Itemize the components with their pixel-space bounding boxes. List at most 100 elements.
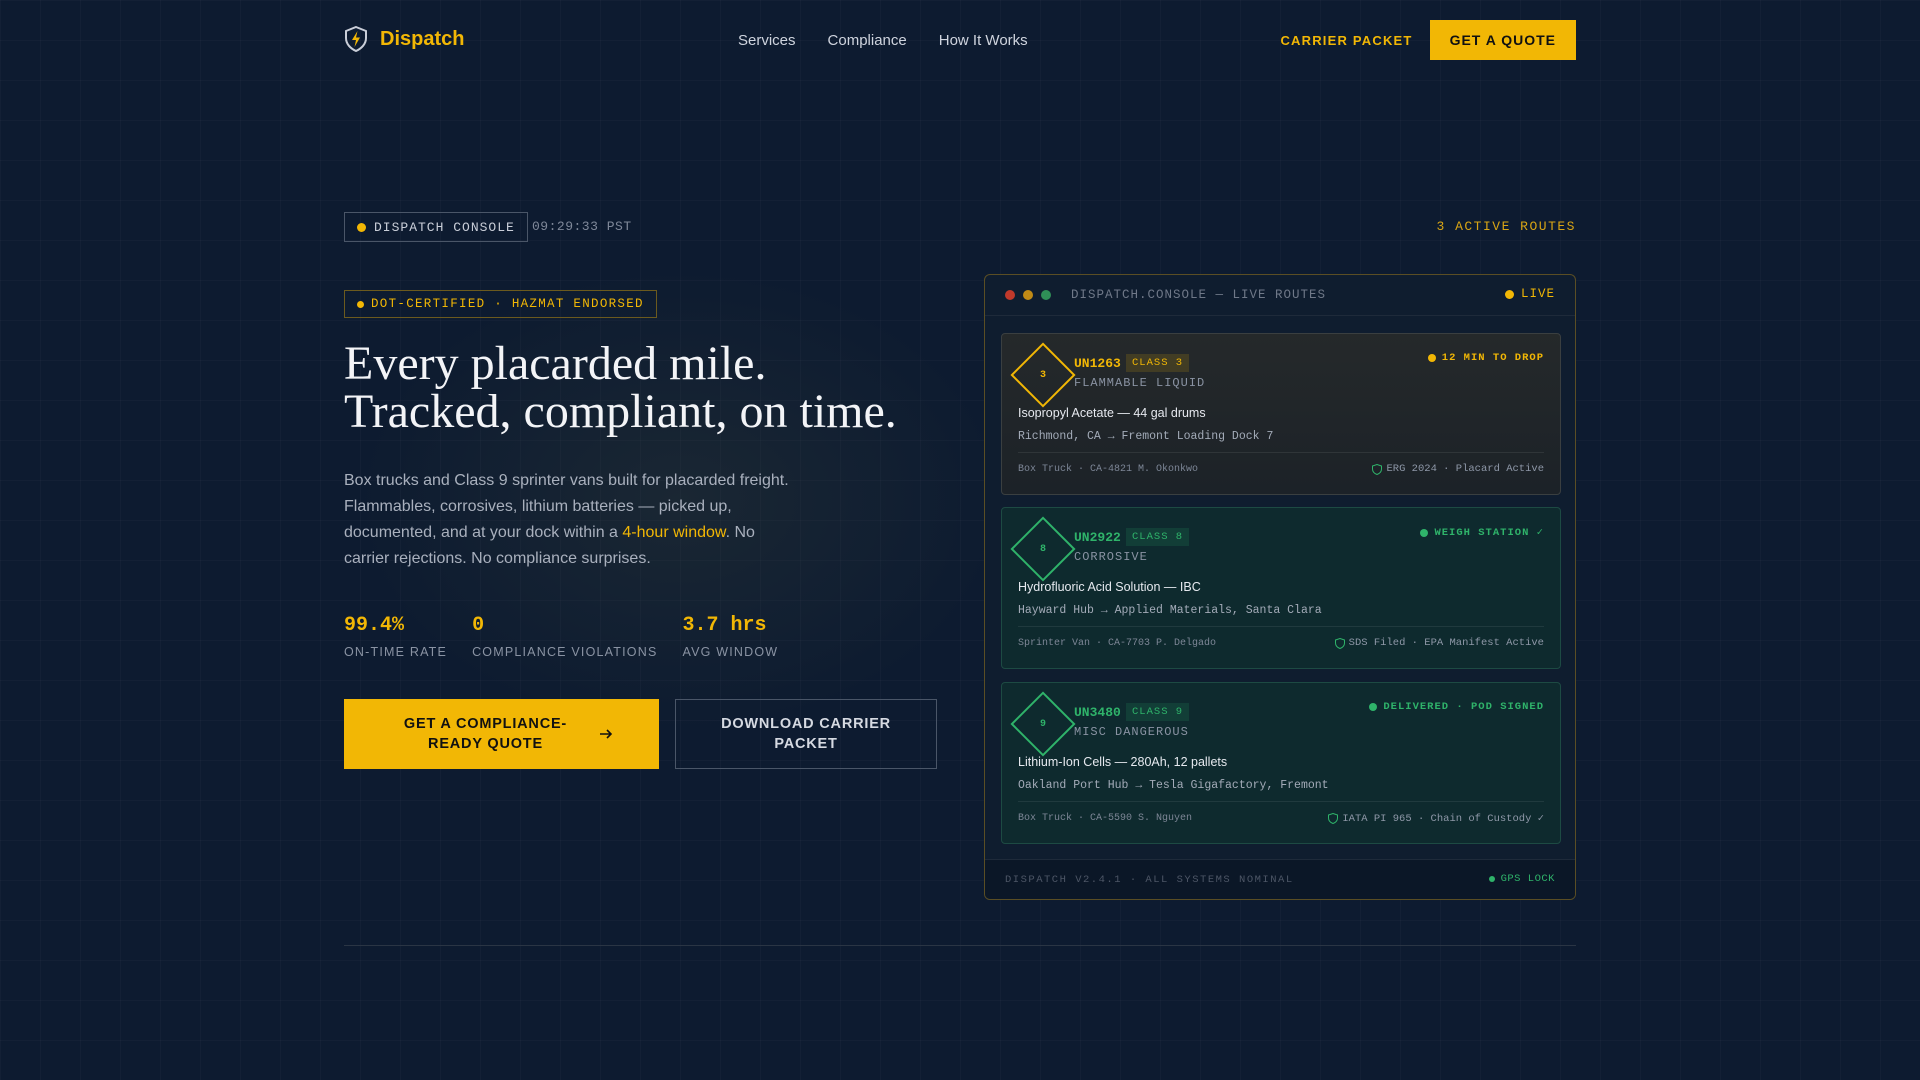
brand-name: Dispatch — [380, 27, 465, 50]
stat-value: 3.7 hrs — [682, 614, 767, 637]
console-bar: DISPATCH CONSOLE 09:29:33 PST 3 ACTIVE R… — [344, 212, 1576, 242]
hero-headline: Every placarded mile. Tracked, compliant… — [344, 340, 897, 436]
status-dot — [1369, 703, 1378, 711]
stats-row: 99.4% ON-TIME RATE 0 COMPLIANCE VIOLATIO… — [344, 614, 778, 659]
compliance-label: SDS Filed · EPA Manifest Active — [1348, 637, 1544, 649]
stat-label: COMPLIANCE VIOLATIONS — [472, 645, 658, 659]
route-card-un2922[interactable]: 8 UN2922 CLASS 8 CORROSIVE WEIGH STATION… — [1001, 507, 1561, 669]
un-number: UN1263 — [1074, 356, 1121, 371]
class-badge: CLASS 9 — [1126, 703, 1190, 721]
nav-links: Services Compliance How It Works — [738, 32, 1028, 49]
route-card-un1263[interactable]: 3 UN1263 CLASS 3 FLAMMABLE LIQUID 12 MIN… — [1001, 333, 1561, 495]
vehicle-driver: Box Truck · CA-4821 M. Okonkwo — [1018, 464, 1199, 475]
route-status-label: WEIGH STATION ✓ — [1434, 527, 1544, 539]
vehicle-driver: Box Truck · CA-5590 S. Nguyen — [1018, 813, 1193, 824]
nav-actions: CARRIER PACKET GET A QUOTE — [1280, 20, 1576, 60]
live-routes-panel: DISPATCH.CONSOLE — LIVE ROUTES LIVE 3 UN… — [984, 274, 1576, 900]
nav-link-services[interactable]: Services — [738, 32, 796, 49]
cta-secondary-label: DOWNLOAD CARRIER PACKET — [721, 716, 891, 752]
console-badge: DISPATCH CONSOLE — [344, 212, 528, 242]
card-divider — [1018, 452, 1544, 453]
carrier-packet-link[interactable]: CARRIER PACKET — [1280, 33, 1412, 48]
live-dot — [1504, 289, 1514, 299]
certification-badge: DOT-CERTIFIED · HAZMAT ENDORSED — [344, 290, 657, 318]
route-status-label: 12 MIN TO DROP — [1441, 352, 1544, 364]
route-card-un3480[interactable]: 9 UN3480 CLASS 9 MISC DANGEROUS DELIVERE… — [1001, 682, 1561, 844]
gps-status: GPS LOCK — [1488, 873, 1555, 885]
panel-footer: DISPATCH V2.4.1 · ALL SYSTEMS NOMINAL GP… — [985, 859, 1575, 899]
status-dot — [357, 222, 366, 232]
stat-violations: 0 COMPLIANCE VIOLATIONS — [472, 614, 657, 659]
route-status: WEIGH STATION ✓ — [1420, 526, 1544, 539]
class-badge: CLASS 8 — [1126, 528, 1190, 546]
status-dot — [1420, 528, 1429, 537]
console-badge-label: DISPATCH CONSOLE — [374, 219, 515, 235]
desc-highlight: 4-hour window — [622, 524, 726, 541]
un-number: UN2922 — [1074, 530, 1121, 545]
cargo-description: Isopropyl Acetate — 44 gal drums — [1018, 406, 1206, 420]
hazard-class-number: 9 — [1039, 718, 1046, 730]
shield-check-icon — [1328, 813, 1339, 824]
route-status-label: DELIVERED · POD SIGNED — [1383, 701, 1544, 713]
nav-link-how-it-works[interactable]: How It Works — [939, 32, 1028, 49]
gps-dot — [1488, 876, 1495, 882]
compliance-status: IATA PI 965 · Chain of Custody ✓ — [1328, 812, 1544, 825]
vehicle-driver: Sprinter Van · CA-7703 P. Delgado — [1018, 638, 1217, 649]
gps-label: GPS LOCK — [1500, 873, 1555, 885]
shield-bolt-icon — [345, 26, 367, 52]
compliance-label: ERG 2024 · Placard Active — [1386, 463, 1544, 475]
shield-check-icon — [1372, 463, 1383, 475]
cargo-description: Hydrofluoric Acid Solution — IBC — [1018, 580, 1201, 594]
console-time: 09:29:33 PST — [532, 219, 632, 234]
compliance-label: IATA PI 965 · Chain of Custody ✓ — [1342, 813, 1544, 825]
get-quote-button[interactable]: GET A QUOTE — [1429, 20, 1576, 60]
shield-check-icon — [1334, 637, 1345, 649]
certification-label: DOT-CERTIFIED · HAZMAT ENDORSED — [371, 297, 644, 311]
active-routes-count: 3 ACTIVE ROUTES — [1436, 219, 1576, 234]
route-status: DELIVERED · POD SIGNED — [1369, 701, 1544, 713]
card-divider — [1018, 801, 1544, 802]
stat-label: ON-TIME RATE — [344, 645, 448, 659]
window-controls — [1005, 290, 1051, 300]
stat-on-time: 99.4% ON-TIME RATE — [344, 614, 447, 659]
arrow-right-icon — [599, 729, 612, 739]
cta-primary-label: GET A COMPLIANCE-READY QUOTE — [403, 716, 568, 752]
headline-line-1: Every placarded mile. — [344, 337, 767, 390]
hazard-class-number: 3 — [1039, 369, 1046, 381]
compliance-status: ERG 2024 · Placard Active — [1372, 463, 1544, 475]
hazard-type: FLAMMABLE LIQUID — [1074, 376, 1206, 390]
stat-value: 99.4% — [344, 614, 405, 637]
hazard-type: MISC DANGEROUS — [1074, 725, 1189, 739]
section-divider — [344, 945, 1576, 946]
route-path: Richmond, CA → Fremont Loading Dock 7 — [1018, 430, 1274, 443]
live-indicator: LIVE — [1504, 287, 1555, 301]
stat-avg-window: 3.7 hrs AVG WINDOW — [682, 614, 778, 659]
download-carrier-packet-button[interactable]: DOWNLOAD CARRIER PACKET — [675, 699, 937, 769]
maximize-dot-icon — [1041, 290, 1051, 300]
stat-value: 0 — [472, 614, 485, 637]
logo[interactable]: Dispatch — [344, 26, 464, 52]
panel-title: DISPATCH.CONSOLE — LIVE ROUTES — [1071, 288, 1327, 302]
compliance-quote-button[interactable]: GET A COMPLIANCE-READY QUOTE — [344, 699, 659, 769]
nav-link-compliance[interactable]: Compliance — [828, 32, 907, 49]
route-status: 12 MIN TO DROP — [1427, 352, 1544, 364]
badge-dot — [357, 300, 364, 308]
stat-label: AVG WINDOW — [682, 645, 779, 659]
hazard-type: CORROSIVE — [1074, 550, 1148, 564]
route-path: Oakland Port Hub → Tesla Gigafactory, Fr… — [1018, 779, 1329, 792]
live-label: LIVE — [1520, 287, 1555, 301]
compliance-status: SDS Filed · EPA Manifest Active — [1334, 637, 1544, 649]
headline-line-2: Tracked, compliant, on time. — [344, 385, 897, 438]
hazard-class-number: 8 — [1039, 543, 1046, 555]
card-divider — [1018, 626, 1544, 627]
top-nav: Dispatch Services Compliance How It Work… — [344, 20, 1576, 60]
panel-header: DISPATCH.CONSOLE — LIVE ROUTES LIVE — [985, 275, 1575, 316]
system-version: DISPATCH V2.4.1 · ALL SYSTEMS NOMINAL — [1005, 874, 1294, 886]
close-dot-icon — [1005, 290, 1015, 300]
minimize-dot-icon — [1023, 290, 1033, 300]
cargo-description: Lithium-Ion Cells — 280Ah, 12 pallets — [1018, 755, 1228, 769]
route-path: Hayward Hub → Applied Materials, Santa C… — [1018, 604, 1322, 617]
class-badge: CLASS 3 — [1126, 354, 1190, 372]
hero-description: Box trucks and Class 9 sprinter vans bui… — [344, 468, 794, 572]
un-number: UN3480 — [1074, 705, 1121, 720]
